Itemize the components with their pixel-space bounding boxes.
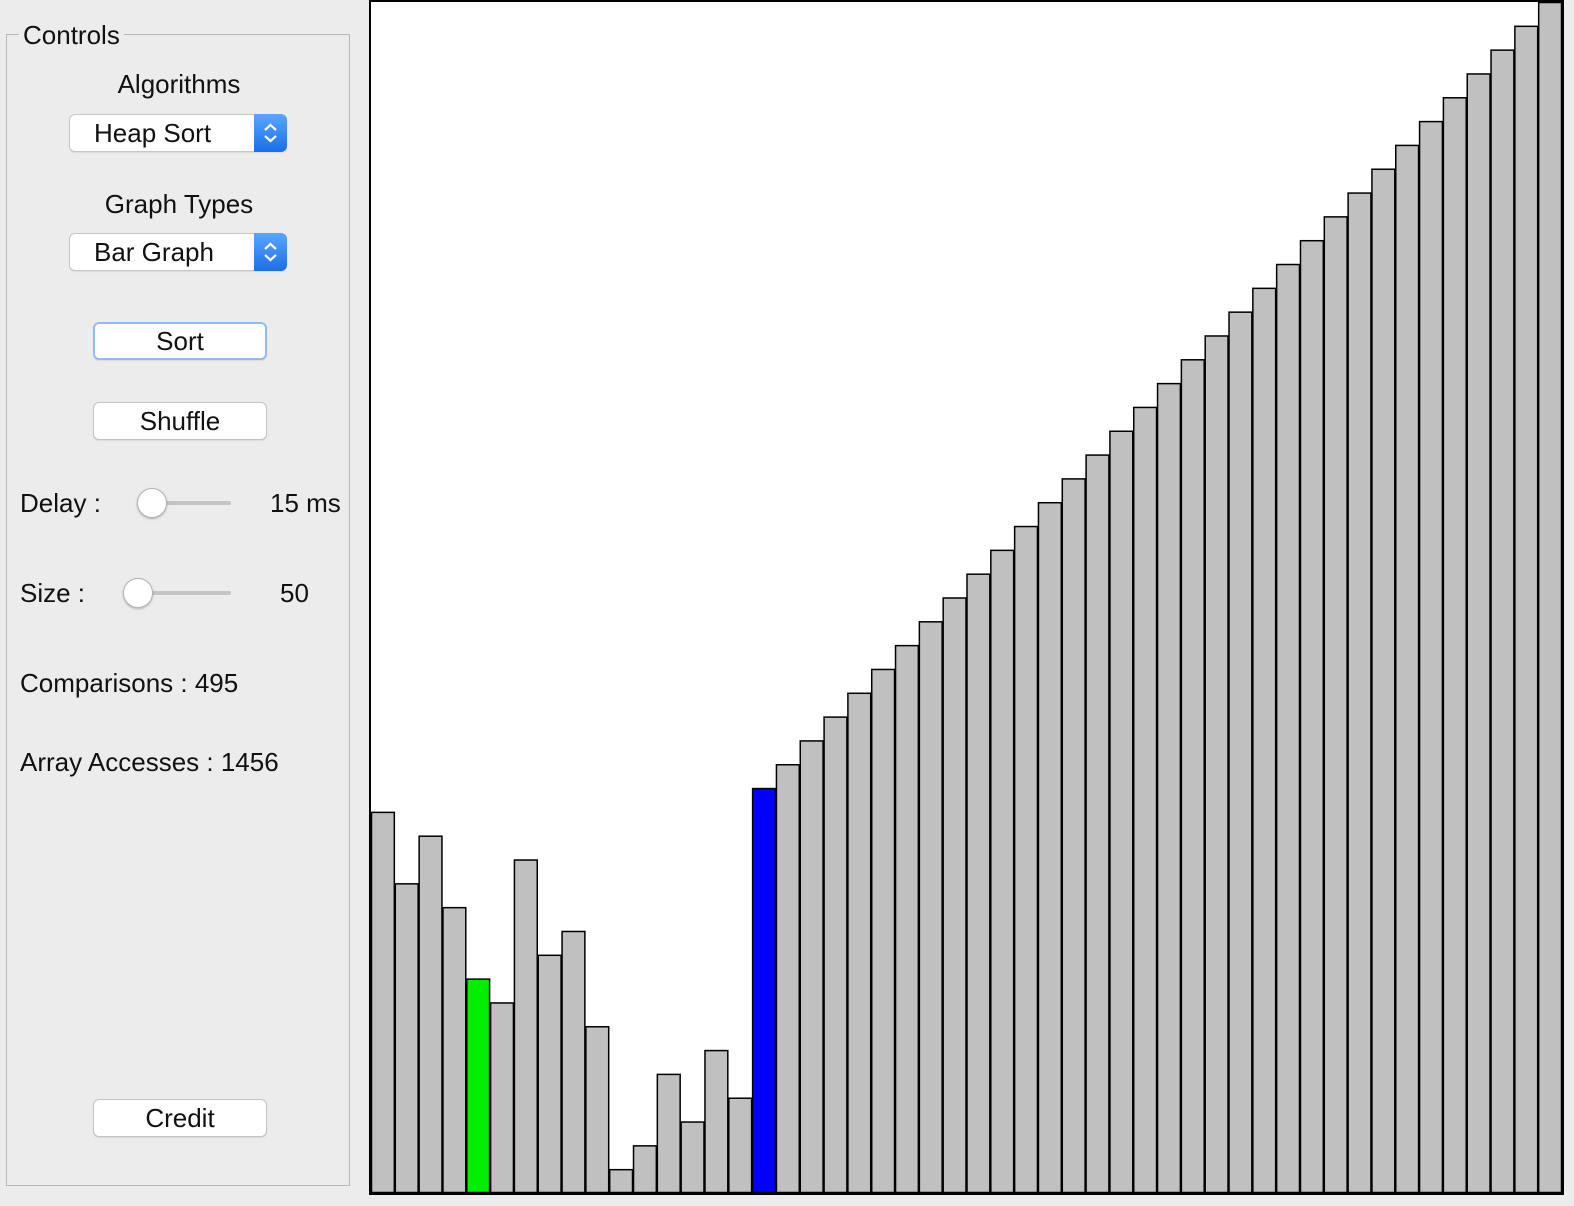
bar-18 xyxy=(799,740,824,1193)
updown-chevron-icon xyxy=(254,233,287,271)
delay-label: Delay : xyxy=(20,488,101,518)
updown-chevron-icon xyxy=(254,114,287,152)
graph-type-select-value: Bar Graph xyxy=(94,237,214,267)
bar-15 xyxy=(728,1097,753,1193)
bar-0 xyxy=(371,811,396,1193)
bar-38 xyxy=(1275,263,1301,1193)
bar-35 xyxy=(1204,335,1229,1193)
bar-31 xyxy=(1109,430,1134,1193)
bar-28 xyxy=(1037,501,1063,1193)
bar-19 xyxy=(823,716,848,1193)
bar-34 xyxy=(1180,359,1205,1193)
bar-1 xyxy=(394,883,419,1193)
bar-graph-svg xyxy=(371,2,1562,1193)
bar-48 xyxy=(1514,25,1539,1193)
bar-21 xyxy=(870,668,896,1193)
bar-3 xyxy=(442,906,467,1193)
bar-45 xyxy=(1442,97,1467,1193)
bar-36 xyxy=(1228,311,1253,1193)
bar-16 xyxy=(751,787,777,1193)
bar-14 xyxy=(704,1049,729,1193)
algorithm-select-value: Heap Sort xyxy=(94,118,212,148)
bar-10 xyxy=(608,1168,634,1193)
size-label: Size : xyxy=(20,578,86,608)
controls-title: Controls xyxy=(19,21,124,49)
bar-49 xyxy=(1537,2,1562,1193)
sort-button[interactable]: Sort xyxy=(93,322,267,360)
bar-8 xyxy=(561,930,586,1193)
bar-22 xyxy=(894,644,920,1193)
algorithm-select[interactable]: Heap Sort xyxy=(69,114,287,152)
bar-5 xyxy=(489,1002,515,1193)
bar-46 xyxy=(1466,73,1491,1193)
bar-42 xyxy=(1371,168,1396,1193)
bar-44 xyxy=(1418,120,1444,1193)
bar-40 xyxy=(1323,216,1348,1193)
bar-13 xyxy=(680,1121,705,1193)
algorithms-label: Algorithms xyxy=(117,69,241,99)
bar-29 xyxy=(1061,478,1086,1193)
bar-43 xyxy=(1395,144,1420,1193)
bar-2 xyxy=(418,835,443,1193)
delay-value: 15 ms xyxy=(270,488,341,518)
bar-37 xyxy=(1252,287,1277,1193)
controls-panel: Controls Algorithms Heap Sort Graph Type… xyxy=(6,21,350,1186)
bar-26 xyxy=(990,549,1015,1193)
credit-button[interactable]: Credit xyxy=(93,1099,267,1137)
bar-27 xyxy=(1013,525,1039,1193)
bar-41 xyxy=(1347,192,1372,1193)
bar-32 xyxy=(1132,406,1158,1193)
size-slider-thumb[interactable] xyxy=(123,578,153,608)
comparisons-counter: Comparisons : 495 xyxy=(20,668,239,698)
bar-9 xyxy=(585,1026,610,1193)
bar-6 xyxy=(513,859,538,1193)
bar-12 xyxy=(656,1073,681,1193)
delay-slider-thumb[interactable] xyxy=(137,488,167,518)
bar-25 xyxy=(966,573,991,1193)
bar-17 xyxy=(775,763,801,1193)
bar-4 xyxy=(466,978,491,1193)
bar-47 xyxy=(1490,49,1515,1193)
bar-33 xyxy=(1156,382,1182,1193)
bar-39 xyxy=(1299,239,1325,1193)
bar-11 xyxy=(632,1145,658,1193)
bar-7 xyxy=(537,954,562,1193)
size-value: 50 xyxy=(280,578,309,608)
bar-23 xyxy=(918,621,943,1193)
bar-graph-canvas xyxy=(369,0,1564,1195)
array-accesses-counter: Array Accesses : 1456 xyxy=(20,747,279,777)
shuffle-button[interactable]: Shuffle xyxy=(93,402,267,440)
bar-30 xyxy=(1085,454,1110,1193)
bar-20 xyxy=(847,692,872,1193)
graph-types-label: Graph Types xyxy=(104,189,254,219)
graph-type-select[interactable]: Bar Graph xyxy=(69,233,287,271)
bar-24 xyxy=(942,597,967,1193)
